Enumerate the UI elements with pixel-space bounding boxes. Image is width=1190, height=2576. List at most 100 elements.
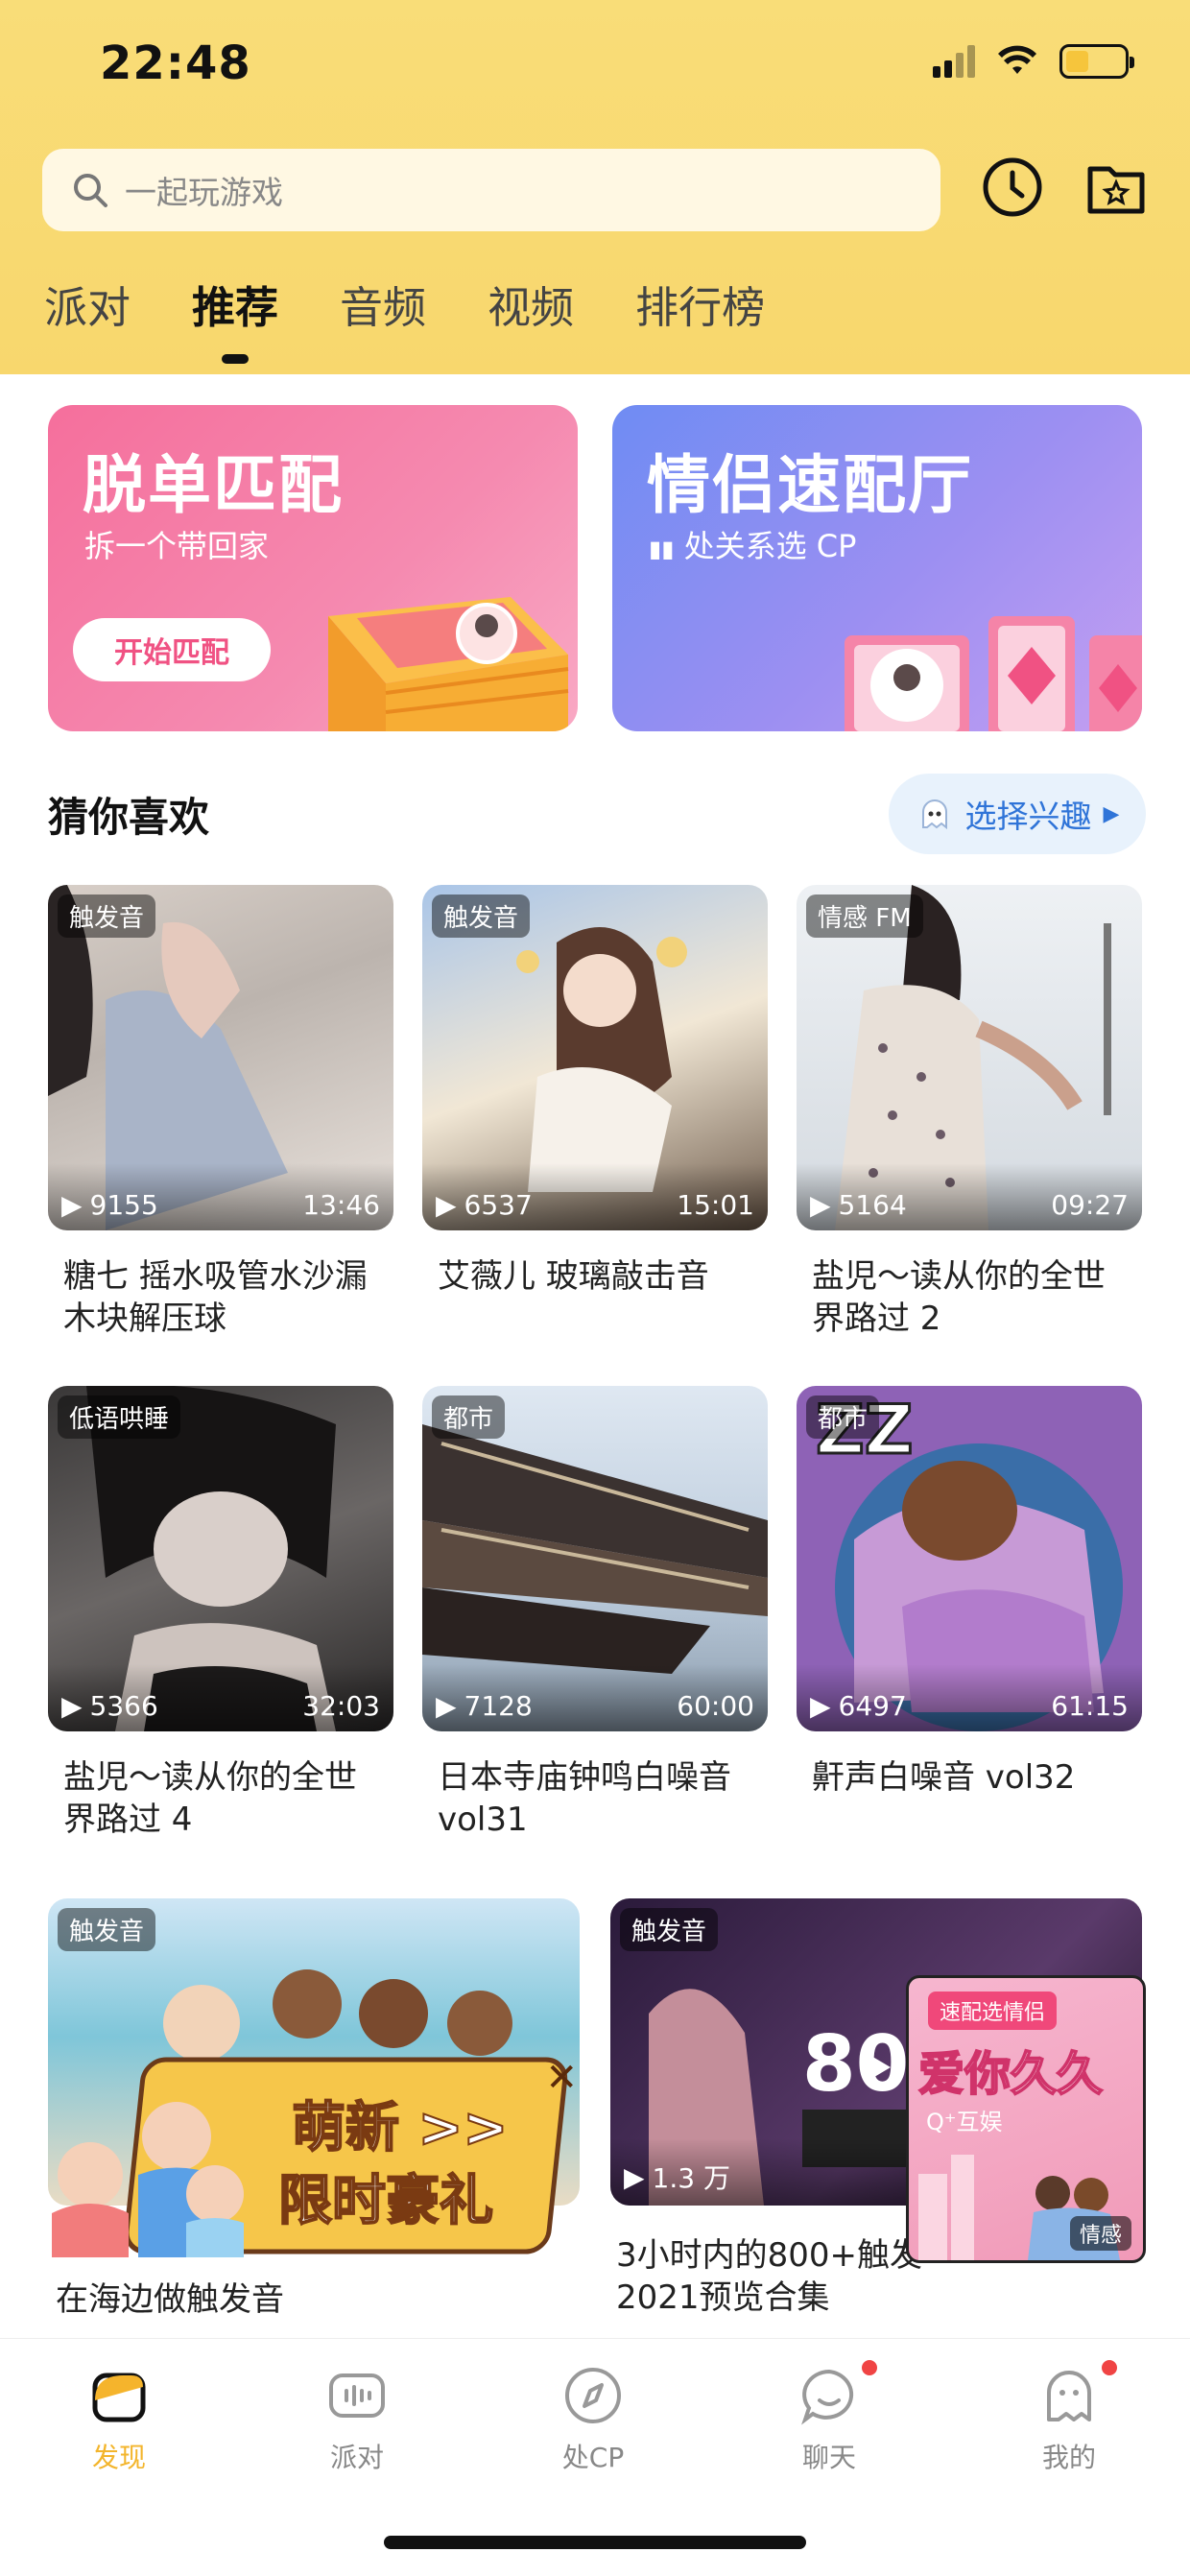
- ghost-icon: [921, 799, 947, 830]
- start-match-button[interactable]: 开始匹配: [73, 618, 271, 681]
- status-icons: [933, 44, 1134, 79]
- play-count: 5164: [838, 1189, 907, 1221]
- banner-title: 情侣速配厅: [647, 448, 973, 522]
- play-icon: ▶: [624, 2160, 645, 2193]
- duration: 15:01: [677, 1189, 754, 1221]
- favorites-folder-icon[interactable]: [1083, 154, 1150, 221]
- duration: 60:00: [677, 1690, 754, 1722]
- play-count: 6497: [838, 1690, 907, 1722]
- tab-party[interactable]: 派对: [44, 273, 131, 335]
- card-title: 盐児～读从你的全世界路过 4: [63, 1758, 357, 1839]
- thumbnail: 触发音 ▶ 9155 13:46: [48, 885, 393, 1230]
- nav-cp[interactable]: 处CP: [516, 2362, 670, 2475]
- play-count: 5366: [89, 1690, 158, 1722]
- content-card[interactable]: 触发音 ▶ 6537 15:01 艾薇儿 玻璃敲击音: [422, 885, 768, 1298]
- nav-discover[interactable]: 发现: [42, 2362, 196, 2475]
- battery-icon: [1059, 44, 1134, 79]
- card-title: 艾薇儿 玻璃敲击音: [438, 1257, 709, 1296]
- thumbnail: 低语哄睡 ▶ 5366 32:03: [48, 1386, 393, 1731]
- profile-ghost-icon: [1047, 2371, 1091, 2421]
- nav-label: 派对: [329, 2442, 384, 2473]
- bars-icon: ▮▮: [649, 536, 675, 562]
- card-meta: ▶ 9155 13:46: [48, 1163, 393, 1230]
- nav-chat[interactable]: 聊天: [752, 2362, 906, 2475]
- content-card[interactable]: 触发音 ▶ 9155 13:46 糖七 摇水吸管水沙漏木块解压球: [48, 885, 393, 1340]
- thumbnail: 情感 FM ▶ 5164 09:27: [797, 885, 1142, 1230]
- status-time: 22:48: [100, 36, 251, 90]
- thumbnail: 都市 ▶ 7128 60:00: [422, 1386, 768, 1731]
- card-meta: ▶ 5366 32:03: [48, 1664, 393, 1731]
- section-title: 猜你喜欢: [48, 794, 210, 841]
- search-bar[interactable]: 一起玩游戏: [42, 149, 940, 231]
- chevron-right-icon: ▶: [1103, 801, 1120, 826]
- play-count: 7128: [464, 1690, 533, 1722]
- close-icon[interactable]: ✕: [545, 2056, 578, 2100]
- interest-label: 选择兴趣: [964, 798, 1092, 835]
- gift-box-illustration: [328, 597, 569, 731]
- card-title: 糖七 摇水吸管水沙漏木块解压球: [63, 1257, 368, 1338]
- play-icon: ▶: [61, 1690, 83, 1722]
- category-tag: 触发音: [58, 894, 156, 938]
- nav-label: 处CP: [561, 2442, 625, 2473]
- duration: 13:46: [302, 1189, 380, 1221]
- banner-title: 脱单匹配: [83, 448, 344, 522]
- tab-audio[interactable]: 音频: [340, 273, 426, 335]
- category-tag: 情感 FM: [806, 894, 923, 938]
- thumbnail: 触发音 ▶ 6537 15:01: [422, 885, 768, 1230]
- duration: 32:03: [302, 1690, 380, 1722]
- card-title: 在海边做触发音: [56, 2280, 284, 2319]
- banner-single-match[interactable]: 脱单匹配 拆一个带回家 开始匹配: [48, 405, 578, 731]
- home-indicator[interactable]: [384, 2536, 806, 2549]
- newbie-gift-promo[interactable]: 萌新 >> 限时豪礼 ✕: [33, 2031, 585, 2257]
- promo-line1: 萌新 >>: [291, 2096, 509, 2160]
- thumbnail: ZZ 都市 ▶ 6497 61:15: [797, 1386, 1142, 1731]
- nav-label: 我的: [1041, 2442, 1096, 2473]
- banner-subtitle: 拆一个带回家: [84, 528, 270, 564]
- banner-couple-hall[interactable]: 情侣速配厅 ▮▮ 处关系选 CP: [612, 405, 1142, 731]
- card-title: 日本寺庙钟鸣白噪音 vol31: [438, 1758, 731, 1839]
- play-count: 9155: [89, 1189, 158, 1221]
- compass-icon: [565, 2368, 621, 2423]
- card-meta: ▶ 6537 15:01: [422, 1163, 768, 1230]
- card-title: 盐児～读从你的全世界路过 2: [812, 1257, 1106, 1338]
- float-badge: 速配选情侣: [928, 1992, 1058, 2030]
- content-card[interactable]: ZZ 都市 ▶ 6497 61:15 鼾声白噪音 vol32: [797, 1386, 1142, 1799]
- category-tag: 触发音: [432, 894, 531, 938]
- notification-dot: [1102, 2360, 1117, 2375]
- tab-recommend[interactable]: 推荐: [192, 273, 278, 335]
- search-placeholder: 一起玩游戏: [125, 174, 283, 211]
- play-count: 1.3 万: [652, 2162, 730, 2194]
- nav-party[interactable]: 派对: [280, 2362, 434, 2475]
- floating-match-card[interactable]: 速配选情侣 爱你久久 Q⁺互娱 情感: [906, 1975, 1146, 2263]
- voice-wave-icon: [329, 2373, 385, 2418]
- nav-label: 聊天: [801, 2442, 856, 2473]
- content-card[interactable]: 低语哄睡 ▶ 5366 32:03 盐児～读从你的全世界路过 4: [48, 1386, 393, 1841]
- nav-me[interactable]: 我的: [992, 2362, 1146, 2475]
- content-card[interactable]: 都市 ▶ 7128 60:00 日本寺庙钟鸣白噪音 vol31: [422, 1386, 768, 1841]
- category-tag: 触发音: [620, 1908, 719, 1951]
- promo-line2: 限时豪礼: [277, 2169, 494, 2233]
- play-icon: ▶: [61, 1189, 83, 1221]
- tab-video[interactable]: 视频: [488, 273, 574, 335]
- duration: 09:27: [1051, 1189, 1129, 1221]
- play-icon: ▶: [810, 1189, 831, 1221]
- duration: 61:15: [1051, 1690, 1129, 1722]
- card-meta: ▶ 7128 60:00: [422, 1664, 768, 1731]
- app-screen: 22:48 一起玩游戏 派对 推荐 音频 视频 排行榜 脱单匹配 拆一个带回家 …: [0, 0, 1190, 2576]
- signal-icon: [933, 45, 975, 78]
- tab-ranking[interactable]: 排行榜: [635, 273, 765, 335]
- float-tag: 情感: [1069, 2216, 1131, 2251]
- history-clock-icon[interactable]: [979, 154, 1046, 221]
- content-card[interactable]: 情感 FM ▶ 5164 09:27 盐児～读从你的全世界路过 2: [797, 885, 1142, 1340]
- nav-label: 发现: [91, 2442, 146, 2473]
- card-meta: ▶ 6497 61:15: [797, 1664, 1142, 1731]
- top-tabs: 派对 推荐 音频 视频 排行榜: [44, 273, 765, 335]
- banner-subtitle: ▮▮ 处关系选 CP: [649, 528, 857, 564]
- header: 22:48 一起玩游戏 派对 推荐 音频 视频 排行榜: [0, 0, 1190, 374]
- home-icon: [92, 2373, 146, 2422]
- card-meta: ▶ 5164 09:27: [797, 1163, 1142, 1230]
- select-interest-button[interactable]: 选择兴趣 ▶: [889, 774, 1146, 854]
- search-icon: [74, 174, 107, 207]
- play-icon: ▶: [436, 1690, 457, 1722]
- flip-cards-illustration: [845, 616, 1142, 731]
